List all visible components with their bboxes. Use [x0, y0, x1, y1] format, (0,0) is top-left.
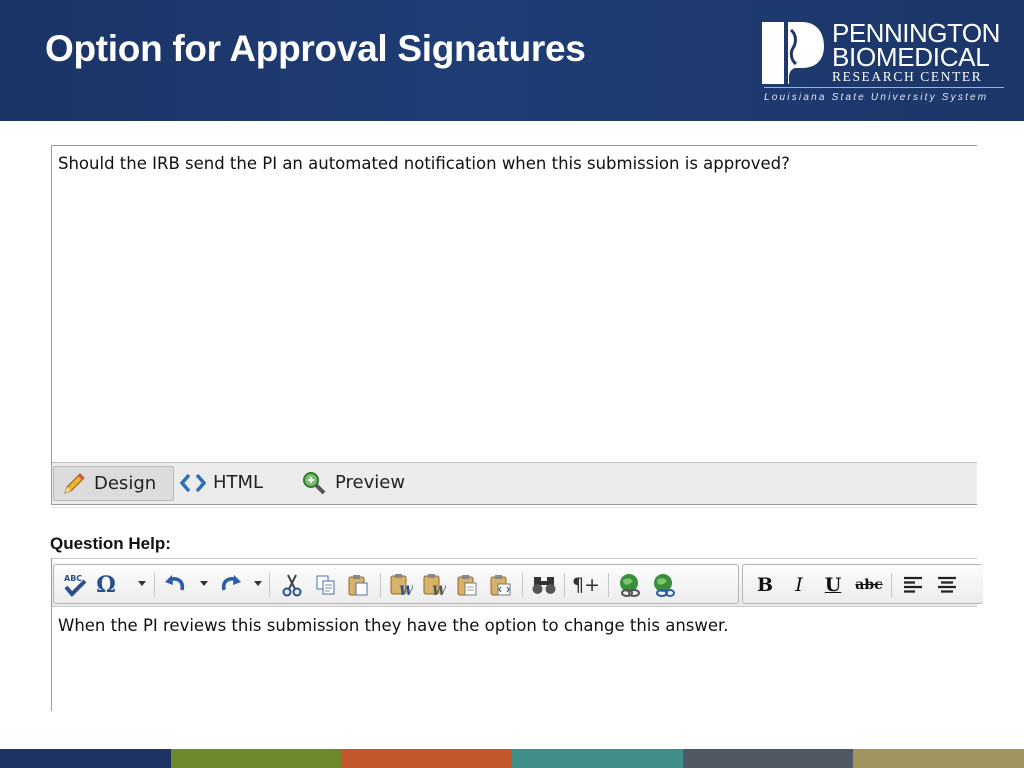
bold-icon: B — [756, 574, 774, 596]
code-brackets-icon — [180, 473, 206, 492]
redo-dropdown-arrow[interactable] — [254, 581, 262, 586]
editor-toolbar: ABC Ω W W ¶+ B I U abc — [52, 562, 983, 607]
align-left-button[interactable] — [899, 571, 927, 599]
copy-button[interactable] — [312, 571, 340, 599]
stripe-segment — [0, 749, 171, 768]
paste-button[interactable] — [344, 571, 372, 599]
toolbar-separator — [269, 573, 270, 597]
pennington-logo: PENNINGTON BIOMEDICAL RESEARCH CENTER Lo… — [762, 18, 1012, 110]
paste-text-button[interactable] — [453, 571, 481, 599]
special-char-dropdown-arrow[interactable] — [138, 581, 146, 586]
logo-text-lsu-system: Louisiana State University System — [764, 92, 989, 103]
question-text[interactable]: Should the IRB send the PI an automated … — [58, 154, 790, 173]
tab-preview-label: Preview — [335, 472, 406, 493]
toolbar-group-formatting: B I U abc — [742, 564, 983, 604]
cut-icon — [282, 574, 302, 597]
redo-button[interactable] — [216, 571, 244, 599]
undo-button[interactable] — [162, 571, 190, 599]
copy-icon — [316, 575, 335, 595]
toolbar-separator — [522, 573, 523, 597]
underline-button[interactable]: U — [819, 571, 847, 599]
tab-html-label: HTML — [213, 472, 264, 493]
toolbar-separator — [564, 573, 565, 597]
paste-plain-word-button[interactable]: W — [420, 571, 448, 599]
insert-link-button[interactable] — [616, 571, 644, 599]
question-help-editor[interactable]: ABC Ω W W ¶+ B I U abc When the PI revie… — [51, 558, 983, 711]
remove-link-button[interactable] — [650, 571, 678, 599]
tab-design-label: Design — [94, 473, 157, 494]
section-divider — [51, 507, 976, 508]
underline-icon: U — [824, 574, 842, 596]
paste-html-button[interactable] — [486, 571, 514, 599]
cut-button[interactable] — [278, 571, 306, 599]
toolbar-separator — [154, 573, 155, 597]
question-help-label: Question Help: — [50, 534, 171, 553]
paragraph-icon: ¶+ — [572, 574, 601, 596]
footer-color-stripe — [0, 749, 1024, 768]
stripe-segment — [512, 749, 683, 768]
toolbar-separator — [891, 573, 892, 597]
align-center-icon — [938, 576, 956, 593]
editor-mode-bar: Design HTML Preview — [52, 462, 977, 504]
paragraph-button[interactable]: ¶+ — [572, 571, 600, 599]
pennington-logo-icon — [762, 22, 824, 84]
help-text[interactable]: When the PI reviews this submission they… — [58, 616, 729, 635]
slide-title: Option for Approval Signatures — [45, 28, 586, 69]
toolbar-group-editing: ABC Ω W W ¶+ — [53, 564, 739, 604]
redo-icon — [221, 575, 241, 591]
toolbar-separator — [608, 573, 609, 597]
paste-icon — [348, 575, 368, 596]
strikethrough-icon: abc — [855, 577, 883, 593]
tab-preview[interactable]: Preview — [302, 466, 405, 499]
pencil-icon — [64, 472, 85, 494]
logo-text-research-center: RESEARCH CENTER — [832, 69, 983, 84]
slide-header: Option for Approval Signatures PENNINGTO… — [0, 0, 1024, 121]
svg-text:W: W — [399, 584, 413, 597]
paste-text-icon — [457, 575, 477, 596]
stripe-segment — [682, 749, 854, 768]
bold-button[interactable]: B — [751, 571, 779, 599]
logo-divider — [764, 87, 1004, 88]
find-icon — [532, 577, 556, 594]
align-center-button[interactable] — [933, 571, 961, 599]
undo-icon — [165, 575, 185, 591]
stripe-segment — [170, 749, 342, 768]
italic-icon: I — [795, 574, 803, 596]
align-left-icon — [904, 576, 922, 593]
insert-link-icon — [620, 574, 640, 597]
spellcheck-icon: ABC — [64, 574, 87, 597]
find-button[interactable] — [530, 571, 558, 599]
svg-text:W: W — [432, 584, 446, 597]
strikethrough-button[interactable]: abc — [855, 571, 883, 599]
stripe-segment — [341, 749, 513, 768]
spellcheck-button[interactable]: ABC — [61, 571, 89, 599]
stripe-segment — [853, 749, 1024, 768]
tab-design[interactable]: Design — [53, 466, 174, 501]
italic-button[interactable]: I — [785, 571, 813, 599]
paste-html-icon — [490, 575, 511, 596]
special-char-button[interactable]: Ω — [92, 571, 120, 599]
special-char-icon: Ω — [96, 572, 116, 598]
toolbar-separator — [380, 573, 381, 597]
paste-plain-word-icon: W — [423, 574, 446, 597]
paste-word-button[interactable]: W — [387, 571, 415, 599]
remove-link-icon — [654, 574, 675, 597]
question-text-editor[interactable]: Should the IRB send the PI an automated … — [51, 145, 977, 505]
svg-text:ABC: ABC — [64, 574, 82, 583]
magnifier-icon — [303, 471, 326, 494]
undo-dropdown-arrow[interactable] — [200, 581, 208, 586]
tab-html[interactable]: HTML — [180, 466, 263, 499]
paste-word-icon: W — [390, 574, 413, 597]
